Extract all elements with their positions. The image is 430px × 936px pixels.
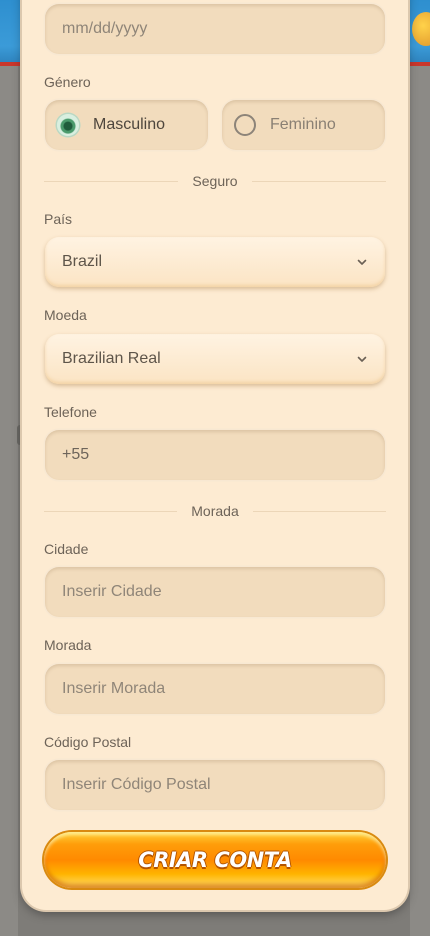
city-label: Cidade — [44, 541, 89, 557]
radio-unchecked-icon — [234, 114, 256, 136]
radio-checked-icon — [57, 114, 79, 136]
gender-label: Género — [44, 74, 91, 90]
divider-line — [252, 510, 386, 512]
section-divider-security: Seguro — [44, 171, 386, 191]
create-account-button[interactable]: CRIAR CONTA — [44, 832, 386, 888]
currency-label: Moeda — [44, 307, 87, 323]
postal-code-label: Código Postal — [44, 734, 132, 750]
section-title-address: Morada — [191, 503, 239, 519]
gender-option-male[interactable]: Masculino — [45, 100, 208, 150]
phone-label: Telefone — [44, 404, 97, 420]
gender-option-male-label: Masculino — [93, 116, 166, 133]
street-label: Morada — [44, 637, 92, 653]
phone-input[interactable]: +55 — [45, 430, 385, 480]
currency-select-value: Brazilian Real — [62, 350, 161, 367]
chevron-down-icon — [357, 259, 367, 265]
country-select[interactable]: Brazil — [45, 237, 385, 287]
divider-line — [251, 180, 386, 182]
section-title-security: Seguro — [192, 173, 238, 189]
country-label: País — [44, 211, 73, 227]
currency-select[interactable]: Brazilian Real — [45, 334, 385, 384]
street-input[interactable]: Inserir Morada — [45, 664, 385, 714]
divider-line — [44, 180, 179, 182]
section-divider-address: Morada — [44, 501, 386, 521]
postal-code-input[interactable]: Inserir Código Postal — [45, 760, 385, 810]
coin-icon — [412, 12, 430, 46]
city-input[interactable]: Inserir Cidade — [45, 567, 385, 617]
birthdate-input[interactable]: mm/dd/yyyy — [45, 4, 385, 54]
country-select-value: Brazil — [62, 253, 103, 270]
divider-line — [44, 510, 178, 512]
gender-option-female[interactable]: Feminino — [222, 100, 385, 150]
chevron-down-icon — [357, 356, 367, 362]
gender-option-female-label: Feminino — [270, 116, 336, 133]
